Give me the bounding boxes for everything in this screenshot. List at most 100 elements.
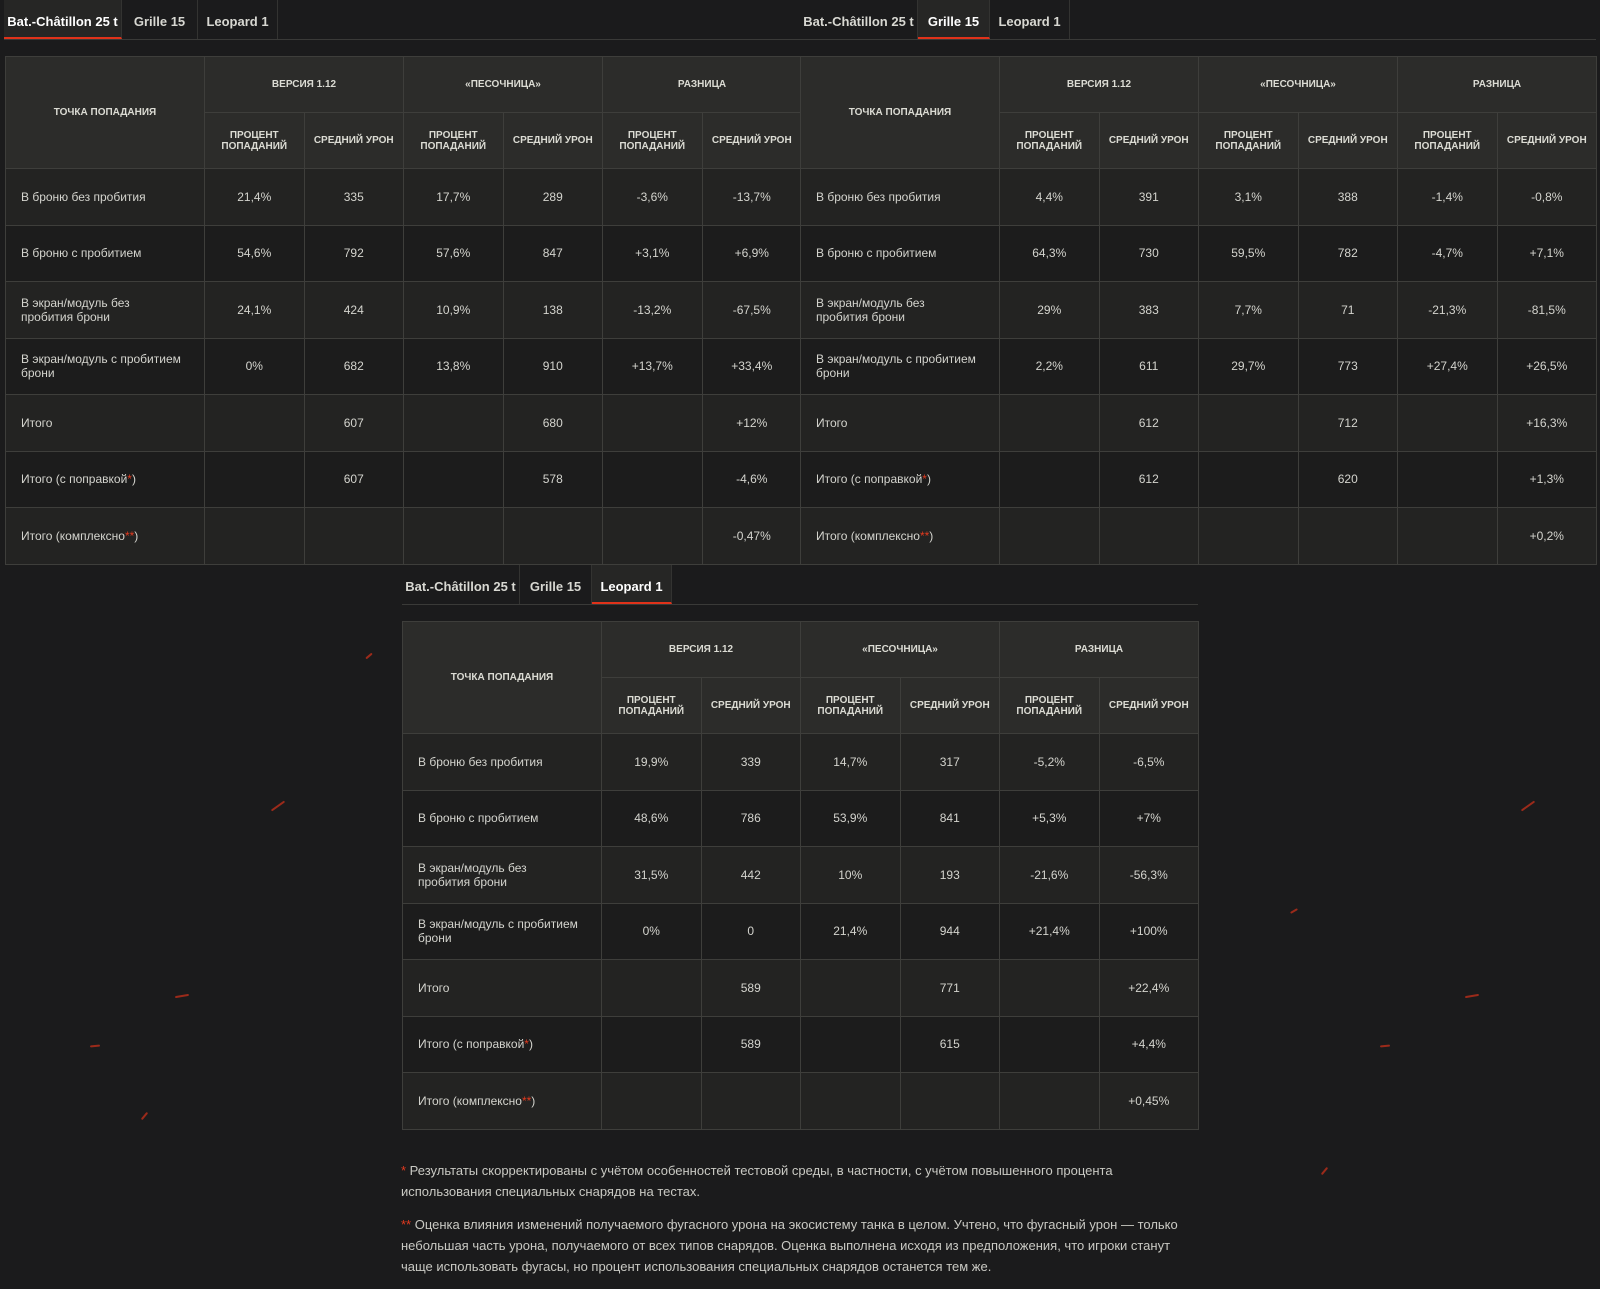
table-cell: 730	[1098, 224, 1199, 282]
tab-leopard-1[interactable]: Leopard 1	[592, 565, 672, 604]
table-cell: 3,1%	[1198, 168, 1299, 226]
table-cell: 424	[303, 281, 404, 339]
table-cell	[999, 1072, 1100, 1130]
close-paren: )	[131, 472, 136, 487]
table-cell: -21,6%	[999, 846, 1100, 904]
row-label-text: В броню без пробития	[816, 189, 941, 204]
table-cell: 612	[1098, 450, 1199, 508]
table-cell: 841	[899, 789, 1001, 847]
row-label-text: В броню без пробития	[418, 754, 543, 769]
table-cell: +0,45%	[1098, 1072, 1200, 1130]
tab-leopard-1[interactable]: Leopard 1	[990, 0, 1070, 39]
table-cell	[899, 1072, 1001, 1130]
header-avg-dmg: СРЕДНИЙ УРОН	[1496, 112, 1598, 169]
table-cell: 29%	[999, 281, 1100, 339]
table-cell: +22,4%	[1098, 959, 1200, 1017]
table-cell: 2,2%	[999, 337, 1100, 395]
table-cell: +12%	[701, 394, 803, 452]
tab-bar: Bat.-Châtillon 25 t Grille 15 Leopard 1	[402, 565, 1198, 605]
table-cell: 13,8%	[403, 337, 504, 395]
table-cell	[1198, 450, 1299, 508]
row-label-text: В экран/модуль без пробития брони	[21, 295, 130, 324]
header-version: ВЕРСИЯ 1.12	[999, 56, 1199, 113]
tab-bar: Bat.-Châtillon 25 t Grille 15 Leopard 1	[4, 0, 800, 40]
table-cell	[204, 507, 305, 565]
table-cell: -1,4%	[1397, 168, 1498, 226]
table-cell: +0,2%	[1496, 507, 1598, 565]
tab-bat-chatillon[interactable]: Bat.-Châtillon 25 t	[402, 565, 520, 604]
row-label: В экран/модуль без пробития брони	[5, 281, 205, 339]
footnote-marker: **	[124, 528, 135, 543]
table-cell	[999, 959, 1100, 1017]
stats-table: ТОЧКА ПОПАДАНИЯ ВЕРСИЯ 1.12 «ПЕСОЧНИЦА» …	[5, 56, 803, 565]
table-cell	[800, 1015, 901, 1073]
table-cell: 682	[303, 337, 404, 395]
ember-decoration	[140, 1111, 149, 1121]
table-cell: 589	[700, 959, 801, 1017]
panel-leopard-1: Bat.-Châtillon 25 t Grille 15 Leopard 1 …	[400, 565, 1200, 1135]
header-hit-pct: ПРОЦЕНТ ПОПАДАНИЙ	[1198, 112, 1299, 169]
tab-grille-15[interactable]: Grille 15	[122, 0, 198, 39]
row-label: Итого (с поправкой*)	[402, 1015, 602, 1073]
table-cell	[1198, 507, 1299, 565]
table-cell: +7,1%	[1496, 224, 1598, 282]
table-cell: 782	[1297, 224, 1399, 282]
row-label-text: В экран/модуль без пробития брони	[816, 295, 925, 324]
table-cell: 289	[502, 168, 604, 226]
tab-leopard-1[interactable]: Leopard 1	[198, 0, 278, 39]
table-cell: +33,4%	[701, 337, 803, 395]
table-cell	[403, 394, 504, 452]
table-row: Итого (с поправкой*) 607 578 -4,6%	[5, 450, 803, 508]
table-cell	[1297, 507, 1399, 565]
table-row: Итого (комплексно**) +0,2%	[800, 507, 1598, 565]
row-label: В экран/модуль с пробитием брони	[5, 337, 205, 395]
tab-grille-15[interactable]: Grille 15	[918, 0, 990, 39]
footnote-2: ** Оценка влияния изменений получаемого …	[401, 1214, 1201, 1277]
tab-grille-15[interactable]: Grille 15	[520, 565, 592, 604]
table-cell: 31,5%	[601, 846, 702, 904]
stats-table: ТОЧКА ПОПАДАНИЯ ВЕРСИЯ 1.12 «ПЕСОЧНИЦА» …	[800, 56, 1598, 565]
table-cell: 59,5%	[1198, 224, 1299, 282]
table-cell: 383	[1098, 281, 1199, 339]
table-cell	[999, 507, 1100, 565]
table-cell: 4,4%	[999, 168, 1100, 226]
row-label-text: Итого (с поправкой	[418, 1037, 525, 1052]
table-cell: +21,4%	[999, 902, 1100, 960]
table-cell: +6,9%	[701, 224, 803, 282]
table-row: В экран/модуль с пробитием брони 0% 0 21,4%…	[402, 902, 1200, 960]
header-hit-pct: ПРОЦЕНТ ПОПАДАНИЙ	[1397, 112, 1498, 169]
row-label-text: Итого (комплексно	[816, 528, 920, 543]
footnotes: * Результаты скорректированы с учётом ос…	[401, 1160, 1201, 1289]
footnote-marker: **	[521, 1093, 532, 1108]
tab-bat-chatillon[interactable]: Bat.-Châtillon 25 t	[4, 0, 122, 39]
row-label: В броню без пробития	[5, 168, 205, 226]
table-cell: 611	[1098, 337, 1199, 395]
header-avg-dmg: СРЕДНИЙ УРОН	[303, 112, 404, 169]
table-cell: 0%	[204, 337, 305, 395]
table-cell: 612	[1098, 394, 1199, 452]
tab-bat-chatillon[interactable]: Bat.-Châtillon 25 t	[800, 0, 918, 39]
row-label: В экран/модуль без пробития брони	[800, 281, 1000, 339]
table-cell: 442	[700, 846, 801, 904]
table-cell: 53,9%	[800, 789, 901, 847]
header-hit-pct: ПРОЦЕНТ ПОПАДАНИЙ	[602, 112, 703, 169]
header-diff: РАЗНИЦА	[1397, 56, 1598, 113]
header-avg-dmg: СРЕДНИЙ УРОН	[1098, 112, 1199, 169]
row-label: Итого (с поправкой*)	[5, 450, 205, 508]
table-cell: -0,8%	[1496, 168, 1598, 226]
row-label: В броню с пробитием	[402, 789, 602, 847]
row-label: Итого	[402, 959, 602, 1017]
table-cell: 24,1%	[204, 281, 305, 339]
table-cell: 17,7%	[403, 168, 504, 226]
row-label: Итого (комплексно**)	[800, 507, 1000, 565]
table-cell: +27,4%	[1397, 337, 1498, 395]
header-avg-dmg: СРЕДНИЙ УРОН	[1297, 112, 1399, 169]
table-row: В экран/модуль с пробитием брони 0% 682 13,…	[5, 337, 803, 395]
ember-decoration	[365, 652, 373, 660]
close-paren: )	[134, 528, 139, 543]
table-cell: +26,5%	[1496, 337, 1598, 395]
footnote-2-marker: **	[401, 1217, 412, 1232]
table-cell: 10,9%	[403, 281, 504, 339]
close-paren: )	[531, 1093, 536, 1108]
table-row: Итого (комплексно**) -0,47%	[5, 507, 803, 565]
